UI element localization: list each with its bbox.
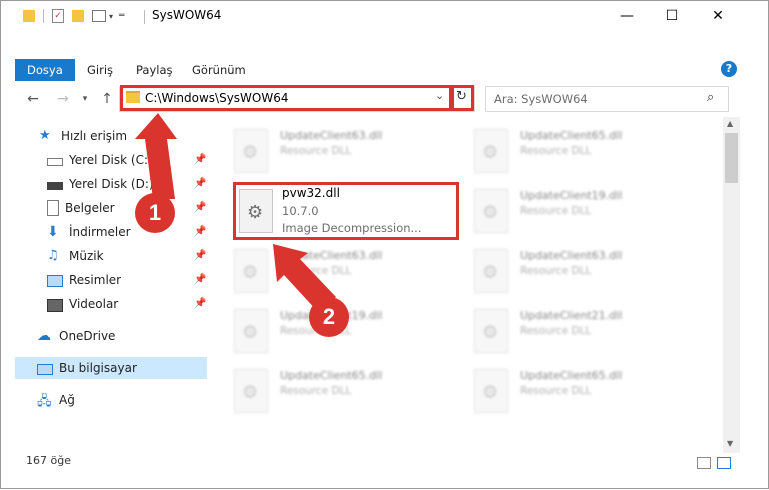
annotation-arrow-1 [135, 113, 336, 313]
step-1-badge: 1 [135, 193, 175, 233]
arrow-1-shape [135, 113, 177, 199]
explorer-window: ✓ ▾ ═ SysWOW64 — ☐ ✕ Dosya Giriş Paylaş … [0, 0, 769, 489]
step-2-badge: 2 [309, 297, 349, 337]
